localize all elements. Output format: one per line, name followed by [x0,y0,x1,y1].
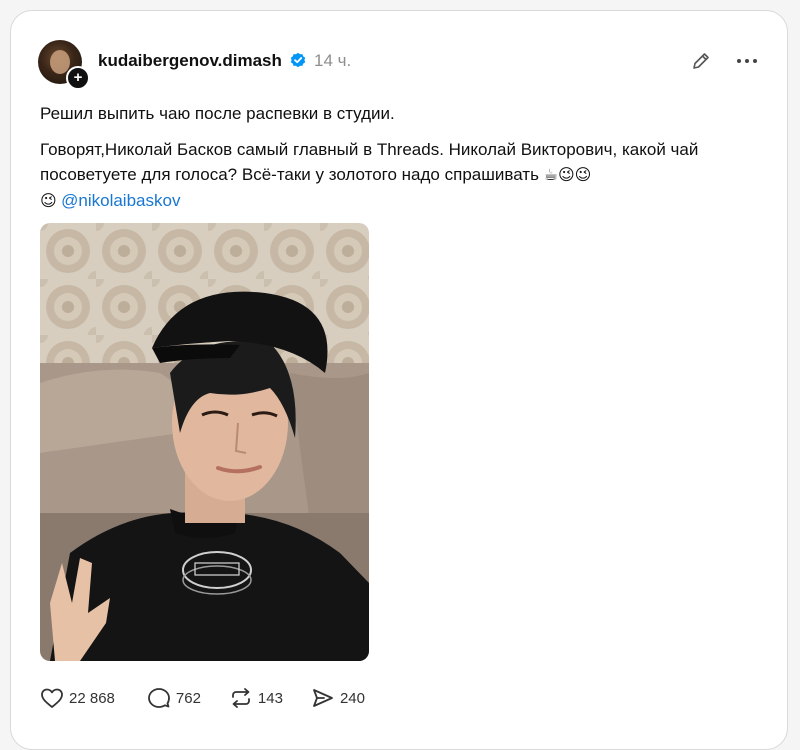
username[interactable]: kudaibergenov.dimash [98,51,282,71]
share-button[interactable]: 240 [311,687,365,709]
verified-badge-icon [290,52,306,68]
emoji-group: ☕😉😉 [543,167,592,184]
action-bar: 22 868 762 143 240 [40,685,381,711]
post-photo[interactable] [40,223,369,661]
speech-bubble-icon [148,688,170,708]
share-count: 240 [339,689,365,707]
post-text-line1: Решил выпить чаю после распевки в студии… [40,104,395,123]
send-icon [313,689,333,707]
repost-button[interactable]: 143 [229,687,283,709]
emoji-lead: 😉 [40,193,62,210]
like-count: 22 868 [69,689,115,707]
pencil-icon[interactable] [690,50,712,72]
reply-count: 762 [175,689,201,707]
post-text-body: Говорят,Николай Басков самый главный в T… [40,137,730,214]
follow-plus-icon[interactable]: + [66,66,90,90]
post-time: 14 ч. [314,51,352,70]
like-button[interactable]: 22 868 [40,687,115,709]
post-text-line2: Говорят,Николай Басков самый главный в T… [40,140,699,184]
repost-icon [232,688,250,708]
reply-button[interactable]: 762 [147,687,201,709]
heart-icon [41,688,63,708]
more-horizontal-icon[interactable] [734,50,760,72]
mention-link[interactable]: @nikolaibaskov [61,191,180,210]
repost-count: 143 [257,689,283,707]
